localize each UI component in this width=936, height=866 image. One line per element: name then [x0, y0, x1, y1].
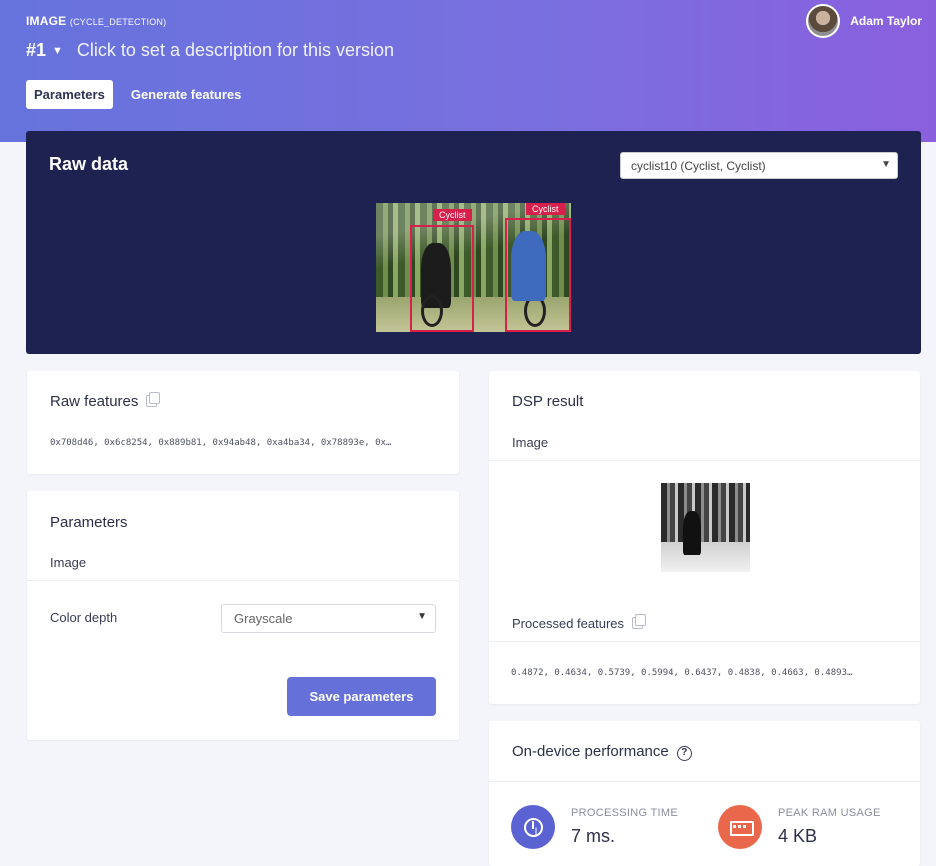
bounding-box-label: Cyclist — [433, 209, 472, 221]
sample-select-value: cyclist10 (Cyclist, Cyclist) — [631, 159, 766, 173]
bounding-box — [410, 225, 474, 332]
dsp-section-image: Image — [512, 435, 549, 450]
processed-features-values: 0.4872, 0.4634, 0.5739, 0.5994, 0.6437, … — [511, 668, 853, 678]
save-parameters-button[interactable]: Save parameters — [287, 677, 436, 716]
processing-time-value: 7 ms. — [571, 826, 616, 846]
raw-features-values: 0x708d46, 0x6c8254, 0x889b81, 0x94ab48, … — [50, 438, 392, 448]
parameters-title: Parameters — [50, 514, 128, 531]
version-number[interactable]: #1 — [26, 40, 46, 61]
color-depth-label: Color depth — [50, 610, 118, 625]
project-name: IMAGE — [26, 14, 67, 28]
block-name: (CYCLE_DETECTION) — [69, 17, 167, 27]
performance-card: On-device performance? PROCESSING TIME 7… — [489, 721, 920, 866]
parameters-card: Parameters Image Color depth Grayscale ▼… — [27, 491, 459, 740]
avatar[interactable] — [806, 4, 841, 38]
memory-icon — [718, 805, 762, 849]
version-selector[interactable]: #1 ▼ Click to set a description for this… — [26, 40, 394, 61]
dsp-result-title: DSP result — [512, 393, 584, 410]
tab-parameters[interactable]: Parameters — [26, 80, 113, 109]
clock-icon — [511, 805, 555, 849]
copy-icon[interactable] — [632, 614, 647, 629]
version-description[interactable]: Click to set a description for this vers… — [77, 40, 394, 61]
raw-sample-image: Cyclist Cyclist — [376, 203, 571, 332]
caret-down-icon[interactable]: ▼ — [52, 45, 63, 57]
top-header: IMAGE (CYCLE_DETECTION) Adam Taylor #1 ▼… — [0, 0, 936, 142]
raw-data-title: Raw data — [49, 154, 129, 174]
performance-title: On-device performance? — [512, 743, 692, 761]
tab-generate-features[interactable]: Generate features — [123, 80, 250, 109]
dsp-grayscale-image — [661, 483, 750, 572]
user-name[interactable]: Adam Taylor — [850, 14, 922, 28]
color-depth-value: Grayscale — [234, 611, 293, 626]
bounding-box — [505, 218, 571, 332]
sample-select[interactable]: cyclist10 (Cyclist, Cyclist) ▼ — [620, 152, 898, 179]
raw-features-title: Raw features — [50, 392, 161, 410]
user-menu[interactable]: Adam Taylor — [806, 4, 922, 38]
raw-features-card: Raw features 0x708d46, 0x6c8254, 0x889b8… — [27, 371, 459, 474]
copy-icon[interactable] — [146, 392, 161, 407]
peak-ram-value: 4 KB — [778, 826, 818, 846]
processing-time-label: PROCESSING TIME — [571, 807, 678, 819]
project-breadcrumb: IMAGE (CYCLE_DETECTION) — [26, 14, 166, 28]
parameters-section-image: Image — [50, 555, 87, 570]
dsp-result-card: DSP result Image Processed features 0.48… — [489, 371, 920, 704]
processed-features-title: Processed features — [512, 614, 647, 631]
help-icon[interactable]: ? — [676, 746, 692, 761]
raw-data-panel: Raw data cyclist10 (Cyclist, Cyclist) ▼ … — [26, 131, 921, 354]
chevron-down-icon: ▼ — [417, 611, 427, 622]
tab-bar: Parameters Generate features — [26, 80, 259, 109]
color-depth-select[interactable]: Grayscale ▼ — [221, 604, 436, 633]
chevron-down-icon: ▼ — [881, 159, 891, 170]
peak-ram-label: PEAK RAM USAGE — [778, 807, 881, 819]
bounding-box-label: Cyclist — [526, 203, 565, 215]
